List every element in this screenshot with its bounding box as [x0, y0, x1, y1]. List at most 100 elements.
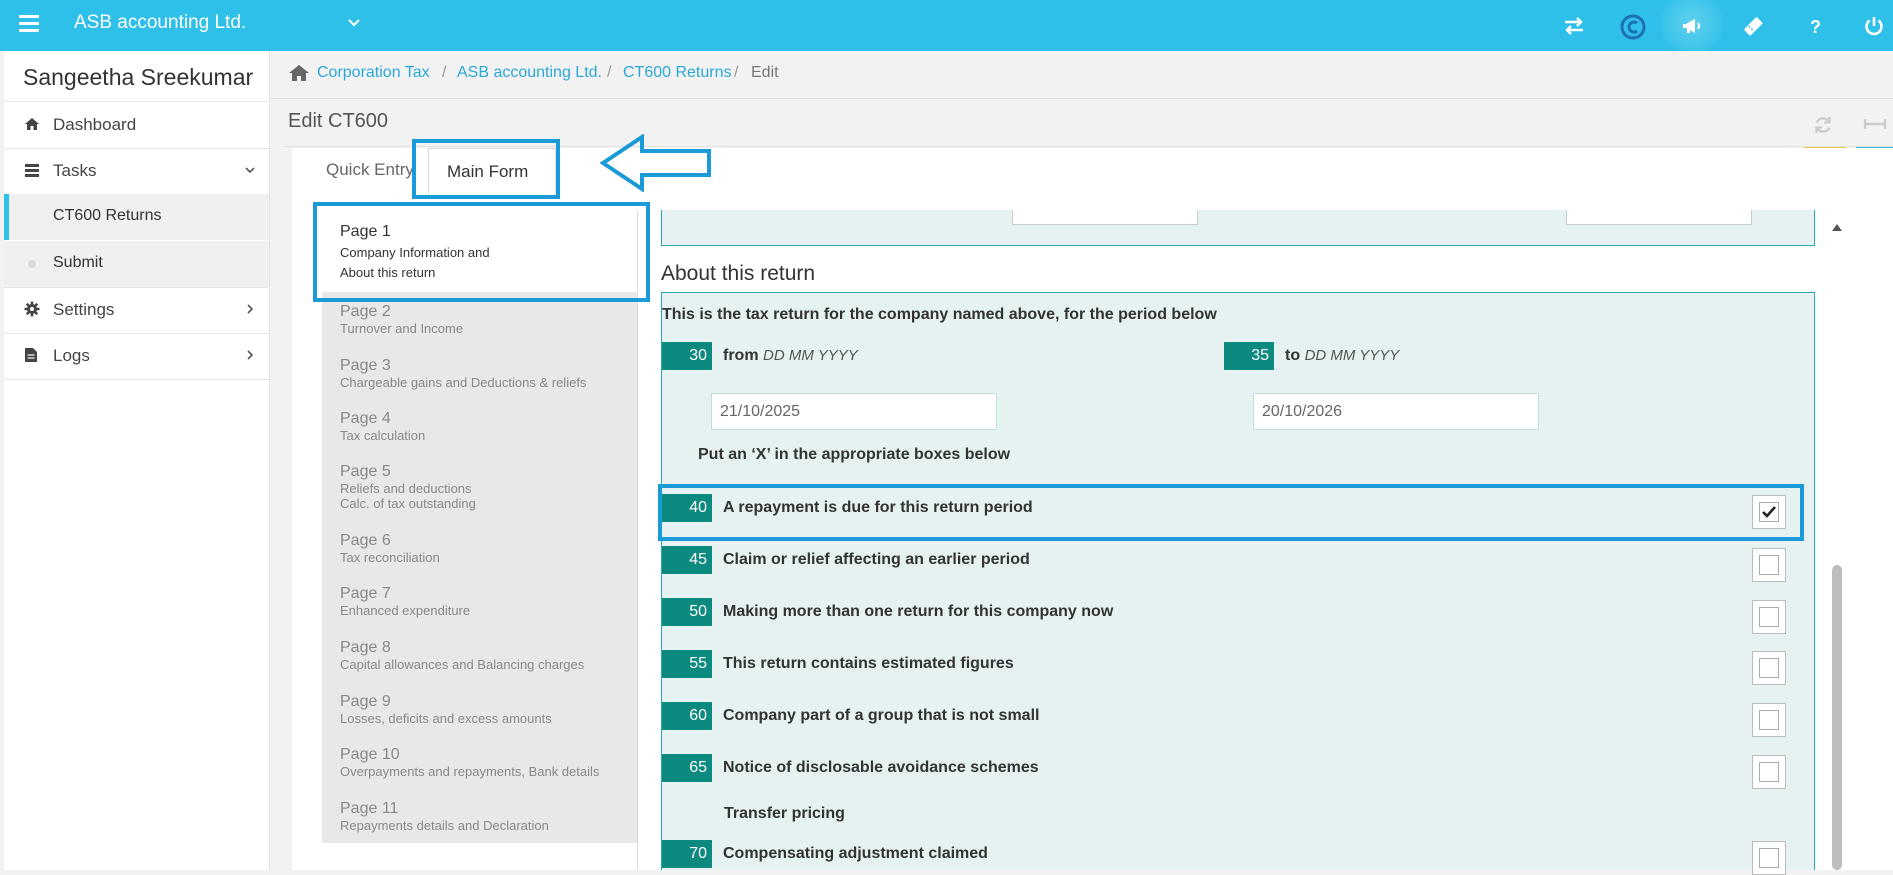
swap-arrows-icon[interactable]	[1562, 14, 1586, 38]
sidebar-item-label: Logs	[53, 346, 90, 365]
page-item-1[interactable]: Page 1 Company Information and About thi…	[322, 207, 638, 292]
breadcrumb-separator: /	[607, 64, 612, 81]
page-title: Page 4	[340, 410, 391, 427]
user-name: Sangeetha Sreekumar	[23, 64, 254, 90]
breadcrumb-corporation-tax[interactable]: Corporation Tax	[317, 64, 430, 82]
sidebar-item-tasks[interactable]: Tasks	[4, 148, 269, 194]
scrollbar-thumb[interactable]	[1832, 565, 1842, 870]
avoidance-schemes-checkbox[interactable]	[1752, 755, 1786, 789]
checkbox-box	[1759, 607, 1779, 627]
refresh-icon[interactable]	[1812, 114, 1834, 136]
sidebar-item-settings[interactable]: Settings	[4, 287, 269, 333]
chevron-right-icon	[244, 349, 256, 361]
gear-icon	[24, 301, 40, 317]
page-item-2[interactable]: Page 2 Turnover and Income	[322, 303, 638, 347]
page-title: Page 9	[340, 693, 391, 710]
row-label: Claim or relief affecting an earlier per…	[723, 551, 1030, 568]
page-item-4[interactable]: Page 4 Tax calculation	[322, 410, 638, 454]
multiple-returns-checkbox[interactable]	[1752, 600, 1786, 634]
page-item-10[interactable]: Page 10 Overpayments and repayments, Ban…	[322, 746, 638, 790]
page-item-3[interactable]: Page 3 Chargeable gains and Deductions &…	[322, 357, 638, 401]
sidebar-item-label: Dashboard	[53, 115, 137, 134]
previous-field[interactable]	[1012, 210, 1198, 225]
checkbox-box	[1759, 658, 1779, 678]
page-subtitle: Capital allowances and Balancing charges	[340, 657, 585, 672]
sidebar-item-submit[interactable]: Submit	[4, 241, 269, 287]
page-title: Page 2	[340, 303, 391, 320]
page-item-8[interactable]: Page 8 Capital allowances and Balancing …	[322, 639, 638, 683]
tab-main-form[interactable]: Main Form	[428, 148, 556, 194]
scroll-up-icon[interactable]	[1831, 222, 1843, 232]
tasks-icon	[24, 162, 40, 178]
page-title: Page 11	[340, 800, 399, 817]
sidebar-item-logs[interactable]: Logs	[4, 333, 269, 379]
sidebar-item-label: Tasks	[53, 161, 97, 180]
page-subtitle: Overpayments and repayments, Bank detail…	[340, 764, 600, 779]
box-number: 40	[662, 494, 712, 522]
checkbox-box	[1759, 710, 1779, 730]
repayment-due-checkbox[interactable]	[1752, 495, 1786, 529]
home-icon[interactable]	[288, 64, 310, 82]
about-return-section	[661, 292, 1815, 870]
breadcrumb-ct600-returns[interactable]: CT600 Returns	[623, 64, 732, 82]
earlier-period-checkbox[interactable]	[1752, 548, 1786, 582]
date-format: DD MM YYYY	[1304, 347, 1400, 364]
top-bar: ASB accounting Ltd. ?	[0, 0, 1893, 51]
section-title: About this return	[661, 262, 816, 285]
brand-c-icon[interactable]	[1620, 14, 1646, 40]
row-label: Company part of a group that is not smal…	[723, 707, 1040, 724]
page-item-5[interactable]: Page 5 Reliefs and deductions Calc. of t…	[322, 463, 638, 521]
chevron-down-icon[interactable]	[346, 14, 362, 30]
bullet-icon	[28, 260, 36, 268]
estimated-figures-checkbox[interactable]	[1752, 651, 1786, 685]
resize-icon[interactable]	[1862, 116, 1888, 132]
from-word: from	[723, 347, 759, 364]
from-date-input[interactable]	[711, 393, 997, 430]
menu-icon[interactable]	[17, 12, 41, 34]
to-date-input[interactable]	[1253, 393, 1539, 430]
breadcrumb-company[interactable]: ASB accounting Ltd.	[457, 64, 602, 82]
page-item-7[interactable]: Page 7 Enhanced expenditure	[322, 585, 638, 629]
sidebar-item-dashboard[interactable]: Dashboard	[4, 102, 269, 148]
megaphone-icon[interactable]	[1680, 14, 1704, 38]
arrow-left-icon	[600, 134, 712, 192]
box-number: 45	[662, 546, 712, 574]
page-item-9[interactable]: Page 9 Losses, deficits and excess amoun…	[322, 693, 638, 737]
page-title: Page 10	[340, 746, 400, 763]
page-subtitle: Repayments details and Declaration	[340, 818, 549, 833]
breadcrumb-separator: /	[442, 64, 447, 81]
sidebar-item-label: Settings	[53, 300, 115, 319]
box-number: 60	[662, 702, 712, 730]
page-list: Page 1 Company Information and About thi…	[322, 207, 638, 843]
page-subtitle: Reliefs and deductions	[340, 481, 472, 496]
page-title: Page 6	[340, 532, 391, 549]
sidebar-item-ct600-returns[interactable]: CT600 Returns	[4, 194, 269, 240]
svg-text:?: ?	[1810, 17, 1821, 37]
page-title: Page 7	[340, 585, 391, 602]
chevron-down-icon	[244, 164, 256, 176]
page-item-11[interactable]: Page 11 Repayments details and Declarati…	[322, 800, 638, 844]
row-label: Making more than one return for this com…	[723, 603, 1114, 620]
help-icon[interactable]: ?	[1803, 14, 1827, 38]
page-subtitle: Calc. of tax outstanding	[340, 496, 476, 511]
page-title: Page 3	[340, 357, 391, 374]
from-label: from DD MM YYYY	[723, 347, 858, 365]
page-subtitle: Losses, deficits and excess amounts	[340, 711, 552, 726]
ticket-icon[interactable]	[1741, 14, 1765, 38]
page-item-6[interactable]: Page 6 Tax reconciliation	[322, 532, 638, 576]
chevron-right-icon	[244, 303, 256, 315]
page-subtitle: Tax calculation	[340, 428, 426, 443]
tab-quick-entry[interactable]: Quick Entry	[326, 160, 414, 180]
row-label: Notice of disclosable avoidance schemes	[723, 759, 1039, 776]
breadcrumb-separator: /	[734, 64, 739, 81]
tab-main-form-label: Main Form	[447, 162, 529, 181]
row-label: A repayment is due for this return perio…	[723, 499, 1033, 516]
box-number: 35	[1224, 342, 1274, 370]
sidebar-item-label: CT600 Returns	[53, 207, 162, 224]
checkbox-box	[1759, 555, 1779, 575]
group-not-small-checkbox[interactable]	[1752, 703, 1786, 737]
power-icon[interactable]	[1862, 14, 1886, 38]
checkbox-box	[1759, 502, 1779, 522]
previous-field[interactable]	[1566, 210, 1752, 225]
divider	[4, 379, 269, 380]
